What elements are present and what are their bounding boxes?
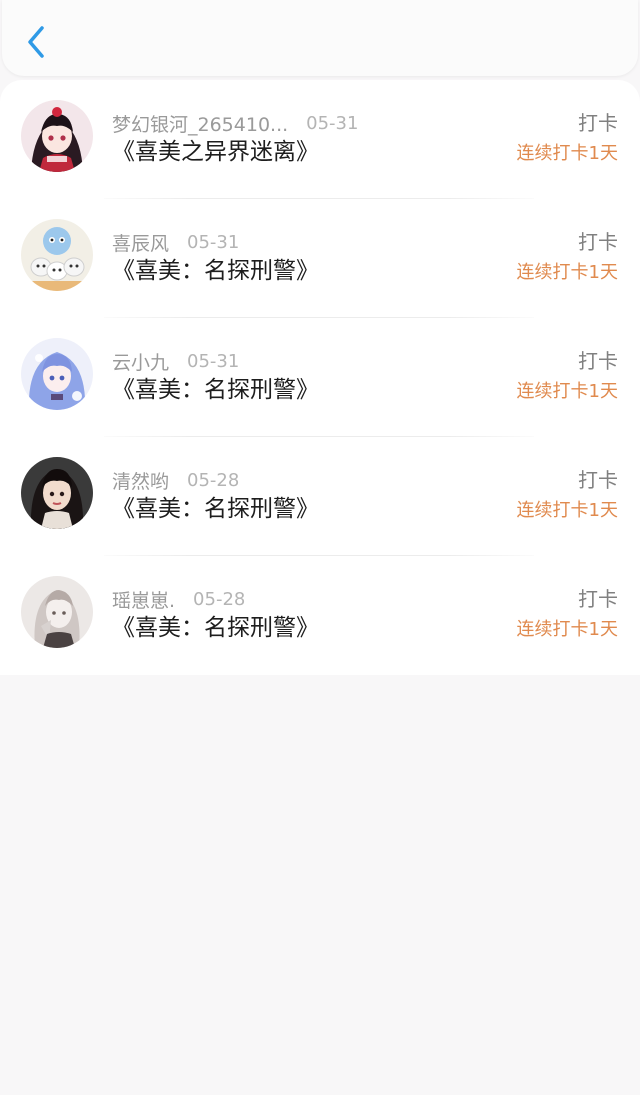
book-title[interactable]: 《喜美之异界迷离》 [112,135,319,169]
checkin-date: 05-28 [187,469,240,491]
checkin-meta: 梦幻银河_265410... 05-31 [112,109,358,137]
checkin-row[interactable]: 云小九 05-31 《喜美：名探刑警》 打卡 连续打卡1天 [0,318,640,437]
checkin-row[interactable]: 喜辰风 05-31 《喜美：名探刑警》 打卡 连续打卡1天 [0,199,640,318]
checkin-date: 05-31 [187,231,240,253]
username[interactable]: 梦幻银河_265410... [112,110,288,137]
streak-label: 连续打卡1天 [516,619,618,640]
user-avatar[interactable] [21,338,93,410]
checkin-meta: 云小九 05-31 [112,347,239,375]
book-title[interactable]: 《喜美：名探刑警》 [112,611,319,645]
cartoon-characters-avatar [21,219,93,291]
chevron-left-icon [28,26,44,58]
anime-girl-blue-hair-avatar [21,338,93,410]
checkin-date: 05-31 [187,350,240,372]
checkin-row[interactable]: 瑶崽崽. 05-28 《喜美：名探刑警》 打卡 连续打卡1天 [0,556,640,675]
streak-label: 连续打卡1天 [516,500,618,521]
streak-label: 连续打卡1天 [516,381,618,402]
user-avatar[interactable] [21,100,93,172]
checkin-meta: 瑶崽崽. 05-28 [112,585,245,613]
checkin-row[interactable]: 清然哟 05-28 《喜美：名探刑警》 打卡 连续打卡1天 [0,437,640,556]
streak-label: 连续打卡1天 [516,143,618,164]
username[interactable]: 清然哟 [112,467,169,494]
checkin-meta: 喜辰风 05-31 [112,228,239,256]
book-title[interactable]: 《喜美：名探刑警》 [112,254,319,288]
user-avatar[interactable] [21,457,93,529]
book-title[interactable]: 《喜美：名探刑警》 [112,373,319,407]
checkin-action-label: 打卡 [578,230,618,254]
username[interactable]: 瑶崽崽. [112,586,175,613]
checkin-action-label: 打卡 [578,349,618,373]
username[interactable]: 喜辰风 [112,229,169,256]
book-title[interactable]: 《喜美：名探刑警》 [112,492,319,526]
checkin-date: 05-31 [306,112,359,134]
checkin-date: 05-28 [193,588,246,610]
checkin-meta: 清然哟 05-28 [112,466,239,494]
username[interactable]: 云小九 [112,348,169,375]
top-nav-bar [2,0,638,76]
portrait-dark-hair-avatar [21,457,93,529]
checkin-action-label: 打卡 [578,468,618,492]
sketch-girl-avatar [21,576,93,648]
back-button[interactable] [20,22,56,62]
checkin-action-label: 打卡 [578,111,618,135]
anime-girl-red-dress-avatar [21,100,93,172]
user-avatar[interactable] [21,576,93,648]
streak-label: 连续打卡1天 [516,262,618,283]
checkin-list: 梦幻银河_265410... 05-31 《喜美之异界迷离》 打卡 连续打卡1天 [0,80,640,675]
user-avatar[interactable] [21,219,93,291]
checkin-row[interactable]: 梦幻银河_265410... 05-31 《喜美之异界迷离》 打卡 连续打卡1天 [0,80,640,199]
checkin-action-label: 打卡 [578,587,618,611]
